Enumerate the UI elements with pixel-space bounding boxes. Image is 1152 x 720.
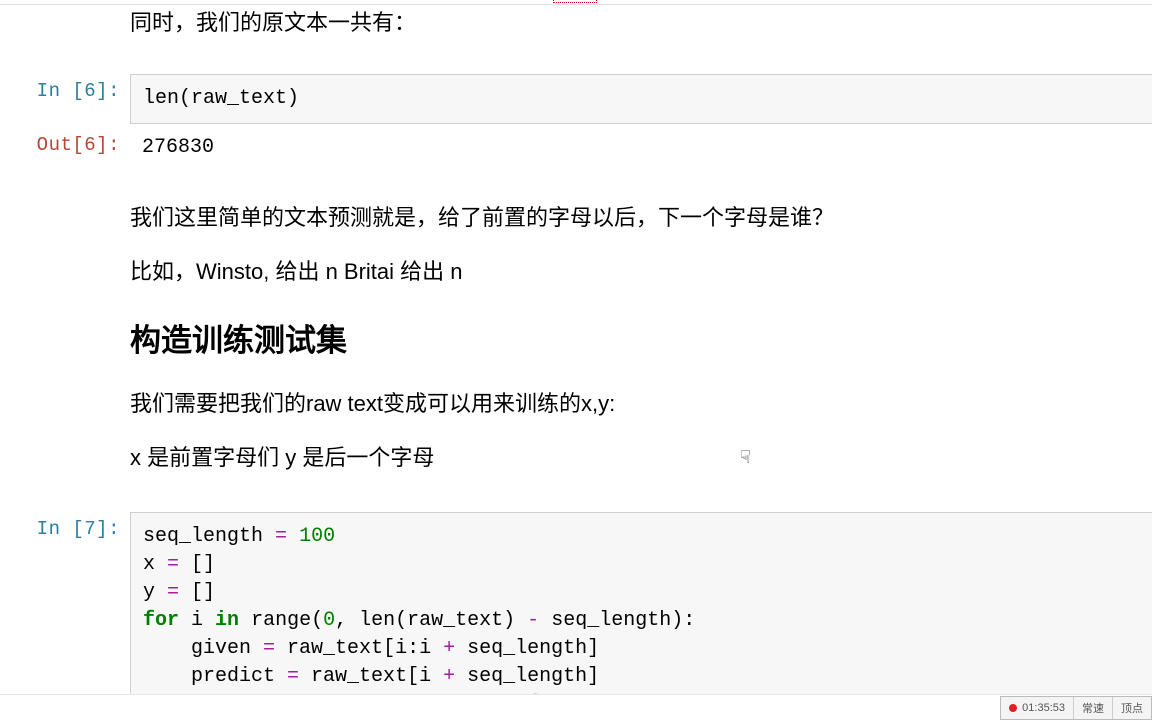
recorder-widget[interactable]: 01:35:53 常速 顶点	[1000, 696, 1152, 720]
in-prompt: In [6]:	[0, 74, 130, 124]
code-cell-7[interactable]: In [7]: seq_length = 100x = []y = []for …	[0, 512, 1152, 694]
code-cell-6[interactable]: In [6]: len(raw_text)	[0, 74, 1152, 124]
peak-button[interactable]: 顶点	[1112, 697, 1151, 719]
record-status[interactable]: 01:35:53	[1001, 697, 1073, 719]
out-prompt: Out[6]:	[0, 128, 130, 167]
markdown-text: 比如，Winsto, 给出 n Britai 给出 n	[130, 255, 1152, 289]
markdown-text: 我们这里简单的文本预测就是，给了前置的字母以后，下一个字母是谁？	[130, 201, 1152, 235]
cell-output: 276830	[130, 128, 1152, 167]
markdown-heading: 构造训练测试集	[130, 317, 1152, 365]
bottom-divider	[0, 694, 1152, 695]
markdown-text: 同时，我们的原文本一共有：	[130, 6, 1152, 40]
code-input[interactable]: len(raw_text)	[130, 74, 1152, 124]
markdown-text: 我们需要把我们的raw text变成可以用来训练的x,y:	[130, 387, 1152, 421]
jupyter-notebook: 同时，我们的原文本一共有： In [6]: len(raw_text) Out[…	[0, 0, 1152, 694]
record-dot-icon	[1009, 704, 1017, 712]
speed-button[interactable]: 常速	[1073, 697, 1112, 719]
record-time: 01:35:53	[1022, 702, 1065, 714]
code-input[interactable]: seq_length = 100x = []y = []for i in ran…	[130, 512, 1152, 694]
output-row-6: Out[6]: 276830	[0, 128, 1152, 167]
markdown-text: x 是前置字母们 y 是后一个字母	[130, 441, 1152, 475]
markdown-cell[interactable]: 我们这里简单的文本预测就是，给了前置的字母以后，下一个字母是谁？ 比如，Wins…	[0, 195, 1152, 501]
markdown-cell[interactable]: 同时，我们的原文本一共有：	[0, 0, 1152, 66]
in-prompt: In [7]:	[0, 512, 130, 694]
